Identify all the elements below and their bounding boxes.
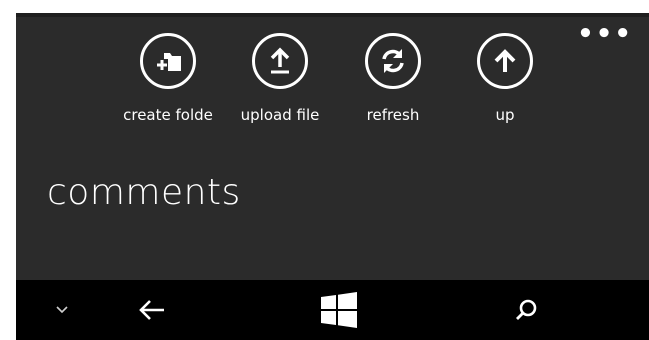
more-options-button[interactable]: ••• bbox=[577, 21, 633, 47]
search-icon[interactable] bbox=[506, 280, 546, 340]
up-label: up bbox=[495, 106, 515, 124]
create-folder-icon bbox=[140, 33, 196, 89]
create-folder-label: create folde bbox=[123, 106, 213, 124]
up-button[interactable]: up bbox=[450, 33, 560, 124]
page-title: comments bbox=[47, 172, 241, 213]
arrow-up-icon bbox=[477, 33, 533, 89]
upload-icon bbox=[252, 33, 308, 89]
refresh-icon bbox=[365, 33, 421, 89]
refresh-button[interactable]: refresh bbox=[338, 33, 448, 124]
create-folder-button[interactable]: create folde bbox=[113, 33, 223, 124]
app-bar: create folde upload file refresh up bbox=[16, 13, 649, 143]
phone-screen: create folde upload file refresh up ••• … bbox=[16, 13, 649, 340]
upload-file-button[interactable]: upload file bbox=[225, 33, 335, 124]
system-nav-bar bbox=[16, 280, 649, 340]
back-arrow-icon[interactable] bbox=[132, 280, 172, 340]
upload-file-label: upload file bbox=[240, 106, 320, 124]
chevron-down-icon[interactable] bbox=[44, 280, 80, 340]
windows-start-icon[interactable] bbox=[316, 280, 362, 340]
refresh-label: refresh bbox=[366, 106, 420, 124]
